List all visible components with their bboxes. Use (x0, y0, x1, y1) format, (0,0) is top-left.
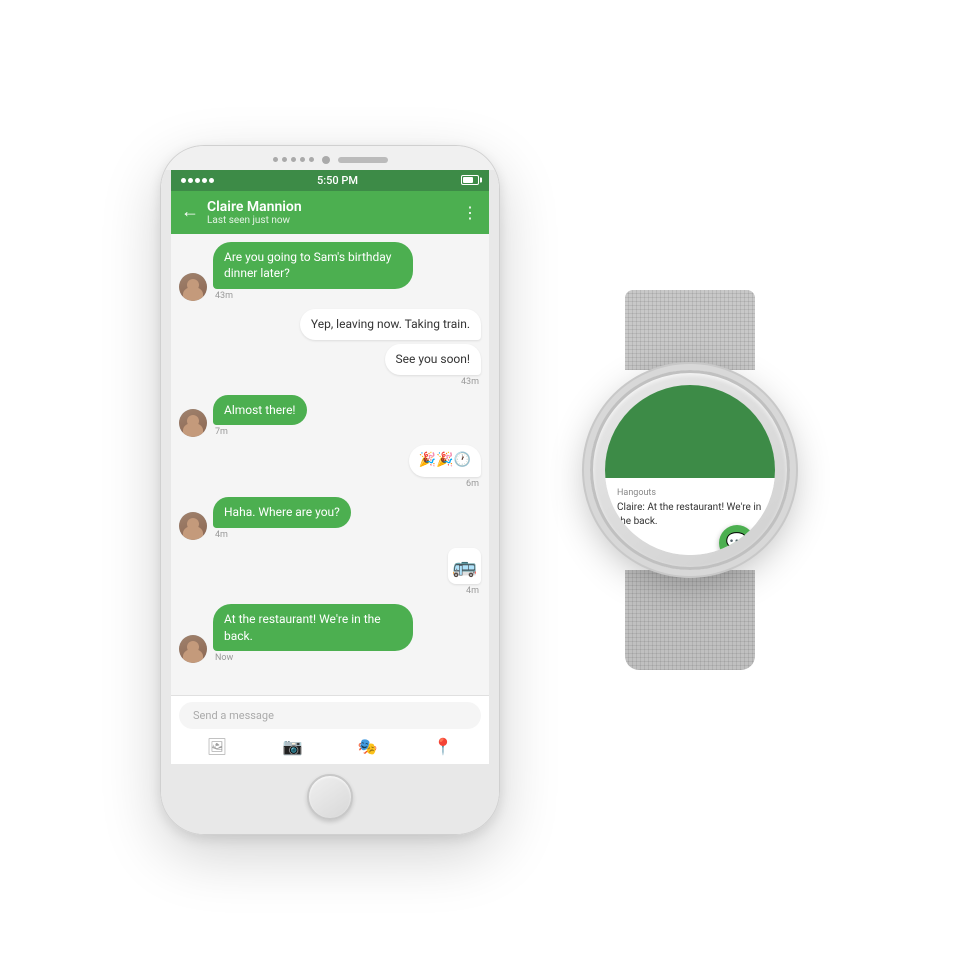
home-button[interactable] (307, 774, 353, 820)
message-row-1: Are you going to Sam's birthday dinner l… (179, 242, 481, 302)
menu-button[interactable]: ⋮ (462, 203, 479, 222)
watch-band-top (625, 290, 755, 370)
avatar-face-4 (179, 409, 207, 437)
watch-wrapper: 💬 Hangouts Claire: At the restaurant! We… (560, 290, 820, 690)
message-row-6: Haha. Where are you? 4m (179, 497, 481, 540)
time-8: Now (213, 653, 235, 663)
input-icons-bar: 🖼 📷 🎭 📍 (179, 735, 481, 758)
contact-name: Claire Mannion (207, 199, 454, 215)
scene: 5:50 PM ← Claire Mannion Last seen just … (0, 0, 980, 979)
dot1 (273, 157, 278, 162)
bubble-container-7: 🚌 4m (448, 548, 481, 596)
phone-top-notch (161, 146, 499, 170)
signal-dot2 (188, 178, 193, 183)
phone-speaker (338, 157, 388, 163)
signal-dot1 (181, 178, 186, 183)
avatar-6 (179, 512, 207, 540)
message-row-4: Almost there! 7m (179, 395, 481, 438)
bubble-5: 🎉🎉🕐 (409, 445, 481, 477)
message-row-3: See you soon! 43m (179, 344, 481, 387)
bubble-8: At the restaurant! We're in the back. (213, 604, 413, 652)
avatar-1 (179, 273, 207, 301)
bubble-6: Haha. Where are you? (213, 497, 351, 528)
bubble-container-2: Yep, leaving now. Taking train. (300, 309, 481, 340)
hangouts-symbol: 💬 (726, 534, 748, 552)
watch-screen: 💬 Hangouts Claire: At the restaurant! We… (605, 385, 775, 555)
phone-dots (273, 157, 314, 162)
watch-crown (789, 456, 790, 484)
watch-case: 💬 Hangouts Claire: At the restaurant! We… (590, 370, 790, 570)
time-6: 4m (213, 530, 230, 540)
bubble-2: Yep, leaving now. Taking train. (300, 309, 481, 340)
bubble-container-1: Are you going to Sam's birthday dinner l… (213, 242, 413, 302)
messages-area: Are you going to Sam's birthday dinner l… (171, 234, 489, 695)
phone-camera (322, 156, 330, 164)
input-area: Send a message 🖼 📷 🎭 📍 (171, 695, 489, 764)
contact-status: Last seen just now (207, 215, 454, 226)
contact-info: Claire Mannion Last seen just now (207, 199, 454, 226)
back-button[interactable]: ← (181, 203, 199, 221)
bubble-container-4: Almost there! 7m (213, 395, 307, 438)
avatar-face-6 (179, 512, 207, 540)
avatar-8 (179, 635, 207, 663)
bubble-3: See you soon! (385, 344, 481, 375)
bubble-7: 🚌 (448, 548, 481, 584)
gallery-icon[interactable]: 🖼 (207, 737, 227, 756)
message-row-7: 🚌 4m (179, 548, 481, 596)
chat-header: ← Claire Mannion Last seen just now ⋮ (171, 191, 489, 234)
battery-icon (461, 175, 479, 185)
location-icon[interactable]: 📍 (433, 737, 453, 756)
phone-bottom (161, 764, 499, 834)
time-7: 4m (464, 586, 481, 596)
signal-dot4 (202, 178, 207, 183)
bubble-4: Almost there! (213, 395, 307, 426)
dot5 (309, 157, 314, 162)
phone-wrapper: 5:50 PM ← Claire Mannion Last seen just … (160, 145, 500, 835)
signal-bars (181, 178, 214, 183)
watch-band-bottom (625, 570, 755, 670)
time-4: 7m (213, 427, 230, 437)
time-1: 43m (213, 291, 235, 301)
message-row-5: 🎉🎉🕐 6m (179, 445, 481, 489)
time-3: 43m (459, 377, 481, 387)
dot3 (291, 157, 296, 162)
phone-screen: 5:50 PM ← Claire Mannion Last seen just … (161, 170, 499, 764)
bubble-container-6: Haha. Where are you? 4m (213, 497, 351, 540)
bubble-container-8: At the restaurant! We're in the back. No… (213, 604, 413, 664)
signal-dot5 (209, 178, 214, 183)
bubble-container-3: See you soon! 43m (385, 344, 481, 387)
status-time: 5:50 PM (317, 174, 358, 187)
signal-dot3 (195, 178, 200, 183)
status-bar: 5:50 PM (171, 170, 489, 191)
time-5: 6m (464, 479, 481, 489)
battery-fill (463, 177, 473, 183)
dot4 (300, 157, 305, 162)
watch-app-name: Hangouts (617, 488, 763, 498)
bubble-container-5: 🎉🎉🕐 6m (409, 445, 481, 489)
message-input[interactable]: Send a message (179, 702, 481, 729)
avatar-face-8 (179, 635, 207, 663)
watch-screen-top (605, 385, 775, 479)
sticker-icon[interactable]: 🎭 (358, 737, 378, 756)
bubble-1: Are you going to Sam's birthday dinner l… (213, 242, 413, 290)
message-row-2: Yep, leaving now. Taking train. (179, 309, 481, 340)
camera-icon[interactable]: 📷 (283, 737, 303, 756)
phone-body: 5:50 PM ← Claire Mannion Last seen just … (160, 145, 500, 835)
message-row-8: At the restaurant! We're in the back. No… (179, 604, 481, 664)
avatar-4 (179, 409, 207, 437)
avatar-face-1 (179, 273, 207, 301)
dot2 (282, 157, 287, 162)
